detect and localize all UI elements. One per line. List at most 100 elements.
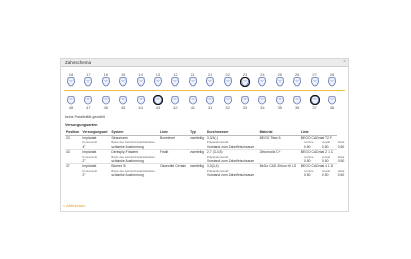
tooth-48[interactable]: 48 [65,95,77,111]
tooth-24[interactable]: 24 [256,72,268,88]
tooth-45[interactable]: 45 [117,95,129,111]
tooth-icon [169,95,181,105]
tooth-13[interactable]: 13 [152,72,164,88]
table-cell: 0.50 [321,173,329,178]
restoration-table: Position Versorgungsart System Linie Typ Durc… [65,129,346,178]
table-cell: 0.50 [337,159,345,164]
tooth-icon [204,77,216,87]
tooth-27[interactable]: 27 [309,72,321,88]
close-icon[interactable]: × [343,59,346,66]
tooth-35[interactable]: 35 [274,95,286,111]
tooth-15[interactable]: 15 [117,72,129,88]
tooth-number: 44 [138,105,143,110]
table-cell [259,173,300,177]
tooth-icon [82,95,94,105]
jaw-divider [64,90,345,91]
table-cell: zweiteilig [189,149,206,155]
tooth-icon [169,77,181,87]
table-cell: Vorstand zum Zahnfleischsaum [206,144,255,149]
tooth-47[interactable]: 47 [82,95,94,111]
tooth-icon [152,77,164,87]
tooth-icon [204,95,216,105]
tooth-icon [100,95,112,105]
upper-teeth-row: 18 17 16 15 14 13 12 11 21 22 23 24 25 26 27 28 [63,72,347,88]
tooth-33[interactable]: 33 [239,95,251,111]
tooth-32[interactable]: 32 [222,95,234,111]
table-subrow-values: 2° schlanke Ausformung Vorstand zum Zahnfl… [65,173,346,177]
tooth-number: 38 [329,105,335,110]
tooth-number: 41 [190,105,196,110]
table-cell: schlanke Ausformung [111,173,144,178]
tooth-14[interactable]: 14 [135,72,147,88]
panel-header: Zahnschema × [61,59,348,67]
tooth-11[interactable]: 11 [187,72,199,88]
tooth-icon [256,77,268,87]
tooth-46[interactable]: 46 [100,95,112,111]
table-cell: zweiteilig [189,135,206,141]
table-cell: Vorstand zum Zahnfleischsaum [206,159,255,164]
tooth-22[interactable]: 22 [222,72,234,88]
table-cell: 0.50 [303,173,311,178]
tooth-icon [222,77,234,87]
lower-teeth-row: 48 47 46 45 44 43 42 41 31 32 33 34 35 36 37 38 [63,95,347,111]
tooth-icon [291,95,303,105]
tooth-41[interactable]: 41 [187,95,199,111]
tooth-icon [326,77,338,87]
tooth-21[interactable]: 21 [204,72,216,88]
tooth-26[interactable]: 26 [291,72,303,88]
table-cell: zweiteilig [189,163,206,169]
tooth-42[interactable]: 42 [169,95,181,111]
selected-tooth-icon [239,77,251,87]
tooth-number: 47 [86,105,91,110]
tooth-36[interactable]: 36 [291,95,303,111]
tooth-18[interactable]: 18 [65,72,77,88]
table-cell: BEGO CADntal Z 1 C [299,149,337,155]
table-cell: 0.50 [337,144,345,149]
tooth-12[interactable]: 12 [169,72,181,88]
panel-title: Zahnschema [65,60,92,65]
tooth-number: 48 [68,105,74,110]
tooth-number: 37 [312,105,317,110]
selected-tooth-icon [152,95,164,105]
tooth-icon [100,77,112,87]
tooth-16[interactable]: 16 [100,72,112,88]
tooth-28[interactable]: 28 [326,72,338,88]
tooth-icon [117,95,129,105]
table-cell: Vorstand zum Zahnfleischsaum [206,173,255,178]
cancel-link[interactable]: « Abbrechen [63,203,85,208]
tooth-number: 36 [294,105,300,110]
table-cell: 0.50 [337,173,345,178]
tooth-icon [117,77,129,87]
tooth-number: 34 [260,105,265,110]
tooth-number: 43 [155,105,161,110]
tooth-icon [239,95,251,105]
tooth-number: 33 [242,105,248,110]
tooth-44[interactable]: 44 [135,95,147,111]
tooth-37[interactable]: 37 [309,95,321,111]
tooth-icon [291,77,303,87]
tooth-icon [135,77,147,87]
tooth-31[interactable]: 31 [204,95,216,111]
tooth-25[interactable]: 25 [274,72,286,88]
tooth-number: 45 [120,105,126,110]
table-cell [159,173,189,177]
parallelism-note: keine Parallelität gewählt [65,115,105,119]
tooth-icon [326,95,338,105]
tooth-17[interactable]: 17 [82,72,94,88]
tooth-icon [135,95,147,105]
tooth-number: 42 [173,105,178,110]
tooth-38[interactable]: 38 [326,95,338,111]
tooth-23[interactable]: 23 [239,72,251,88]
section-title: Versorgungsarten [65,123,98,127]
tooth-icon [222,95,234,105]
tooth-icon [187,95,199,105]
tooth-34[interactable]: 34 [256,95,268,111]
table-cell: 2° [82,173,86,178]
tooth-number: 32 [225,105,230,110]
tooth-number: 46 [103,105,109,110]
tooth-icon [65,95,77,105]
tooth-number: 31 [207,105,213,110]
tooth-43[interactable]: 43 [152,95,164,111]
selected-tooth-icon [309,95,321,105]
tooth-icon [187,77,199,87]
